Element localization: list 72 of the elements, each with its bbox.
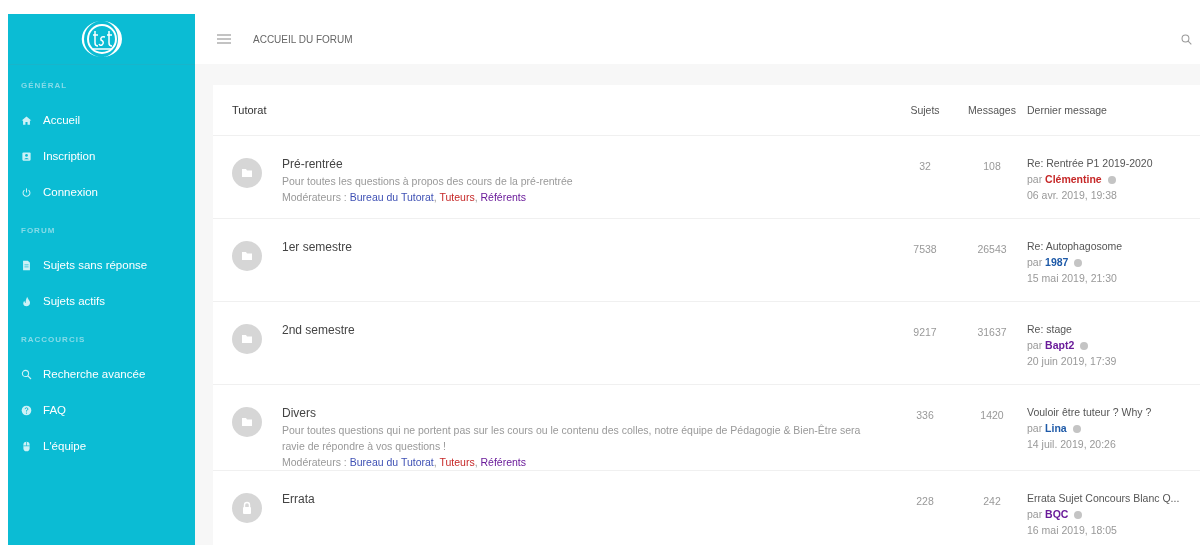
search-icon (21, 368, 32, 380)
go-to-post-icon[interactable] (1080, 342, 1089, 350)
author-link[interactable]: Bapt2 (1045, 339, 1075, 351)
moderator-link[interactable]: Bureau du Tutorat (349, 191, 434, 203)
forum-title[interactable]: Pré-rentrée (282, 156, 873, 173)
topic-count: 32 (918, 159, 932, 174)
author-link[interactable]: Clémentine (1045, 173, 1102, 185)
by-label: par (1027, 256, 1044, 268)
last-post-link[interactable]: Re: Autophagosome (1027, 238, 1200, 254)
document-icon (21, 259, 32, 271)
topic-count: 336 (915, 408, 935, 423)
forum-title[interactable]: Divers (282, 405, 873, 422)
last-post-link[interactable]: Re: stage (1027, 321, 1200, 337)
section-label: GÉNÉRAL (20, 80, 69, 92)
column-header: Sujets (909, 104, 941, 116)
go-to-post-icon[interactable] (1074, 511, 1083, 519)
post-date: 16 mai 2019, 18:05 (1027, 523, 1118, 538)
power-icon (21, 186, 32, 198)
moderator-link[interactable]: Référents (480, 191, 526, 203)
menu-icon[interactable] (217, 34, 231, 44)
go-to-post-icon[interactable] (1072, 425, 1081, 433)
post-count: 31637 (976, 325, 1008, 340)
list-separator: , (474, 191, 478, 203)
page-title: ACCUEIL DU FORUM (253, 33, 353, 45)
moderators-label: Modérateurs : (282, 456, 348, 468)
post-count: 26543 (976, 242, 1008, 257)
author-link[interactable]: 1987 (1045, 256, 1069, 268)
last-post-link[interactable]: Errata Sujet Concours Blanc Q... (1027, 490, 1200, 506)
forum-title[interactable]: 2nd semestre (282, 322, 873, 339)
post-count: 242 (982, 494, 1002, 509)
moderator-link[interactable]: Tuteurs (439, 456, 475, 468)
post-count: 108 (982, 159, 1002, 174)
topic-count: 9217 (912, 325, 938, 340)
author-link[interactable]: BQC (1045, 508, 1069, 520)
post-count: 1420 (979, 408, 1005, 423)
go-to-post-icon[interactable] (1107, 176, 1116, 184)
forum-description: Pour toutes questions qui ne portent pas sur les cours ou le contenu des colles, notre équipe de Pédagogie & Bien-Être sera ravie de répondre à vos questions ! (282, 423, 862, 454)
column-header: Messages (967, 104, 1017, 116)
moderators-label: Modérateurs : (282, 191, 348, 203)
moderator-link[interactable]: Bureau du Tutorat (349, 456, 434, 468)
last-post-link[interactable]: Vouloir être tuteur ? Why ? (1027, 404, 1200, 420)
search-icon[interactable] (1181, 33, 1192, 45)
section-label: FORUM (20, 225, 57, 237)
moderator-link[interactable]: Tuteurs (439, 191, 475, 203)
by-label: par (1027, 422, 1044, 434)
list-separator: , (433, 191, 437, 203)
category-title: Tutorat (232, 104, 268, 116)
post-date: 20 juin 2019, 17:39 (1027, 354, 1118, 369)
id-card-icon (21, 150, 32, 162)
topic-count: 7538 (912, 242, 938, 257)
by-label: par (1027, 339, 1044, 351)
forum-title[interactable]: Errata (282, 491, 873, 508)
moderator-link[interactable]: Référents (480, 456, 526, 468)
section-label: RACCOURCIS (20, 334, 87, 346)
forum-description: Pour toutes les questions à propos des cours de la pré-rentrée (282, 174, 574, 189)
post-date: 06 avr. 2019, 19:38 (1027, 188, 1118, 203)
post-date: 14 juil. 2019, 20:26 (1027, 437, 1117, 452)
go-to-post-icon[interactable] (1074, 259, 1083, 267)
flame-icon (21, 295, 32, 307)
forum-title[interactable]: 1er semestre (282, 239, 873, 256)
list-separator: , (474, 456, 478, 468)
topic-count: 228 (915, 494, 935, 509)
home-icon (21, 114, 32, 126)
list-separator: , (433, 456, 437, 468)
by-label: par (1027, 173, 1044, 185)
column-header: Dernier message (1027, 104, 1108, 116)
last-post-link[interactable]: Re: Rentrée P1 2019-2020 (1027, 155, 1200, 171)
post-date: 15 mai 2019, 21:30 (1027, 271, 1118, 286)
by-label: par (1027, 508, 1044, 520)
author-link[interactable]: Lina (1045, 422, 1067, 434)
help-icon (21, 404, 32, 416)
mouse-icon (21, 440, 32, 452)
